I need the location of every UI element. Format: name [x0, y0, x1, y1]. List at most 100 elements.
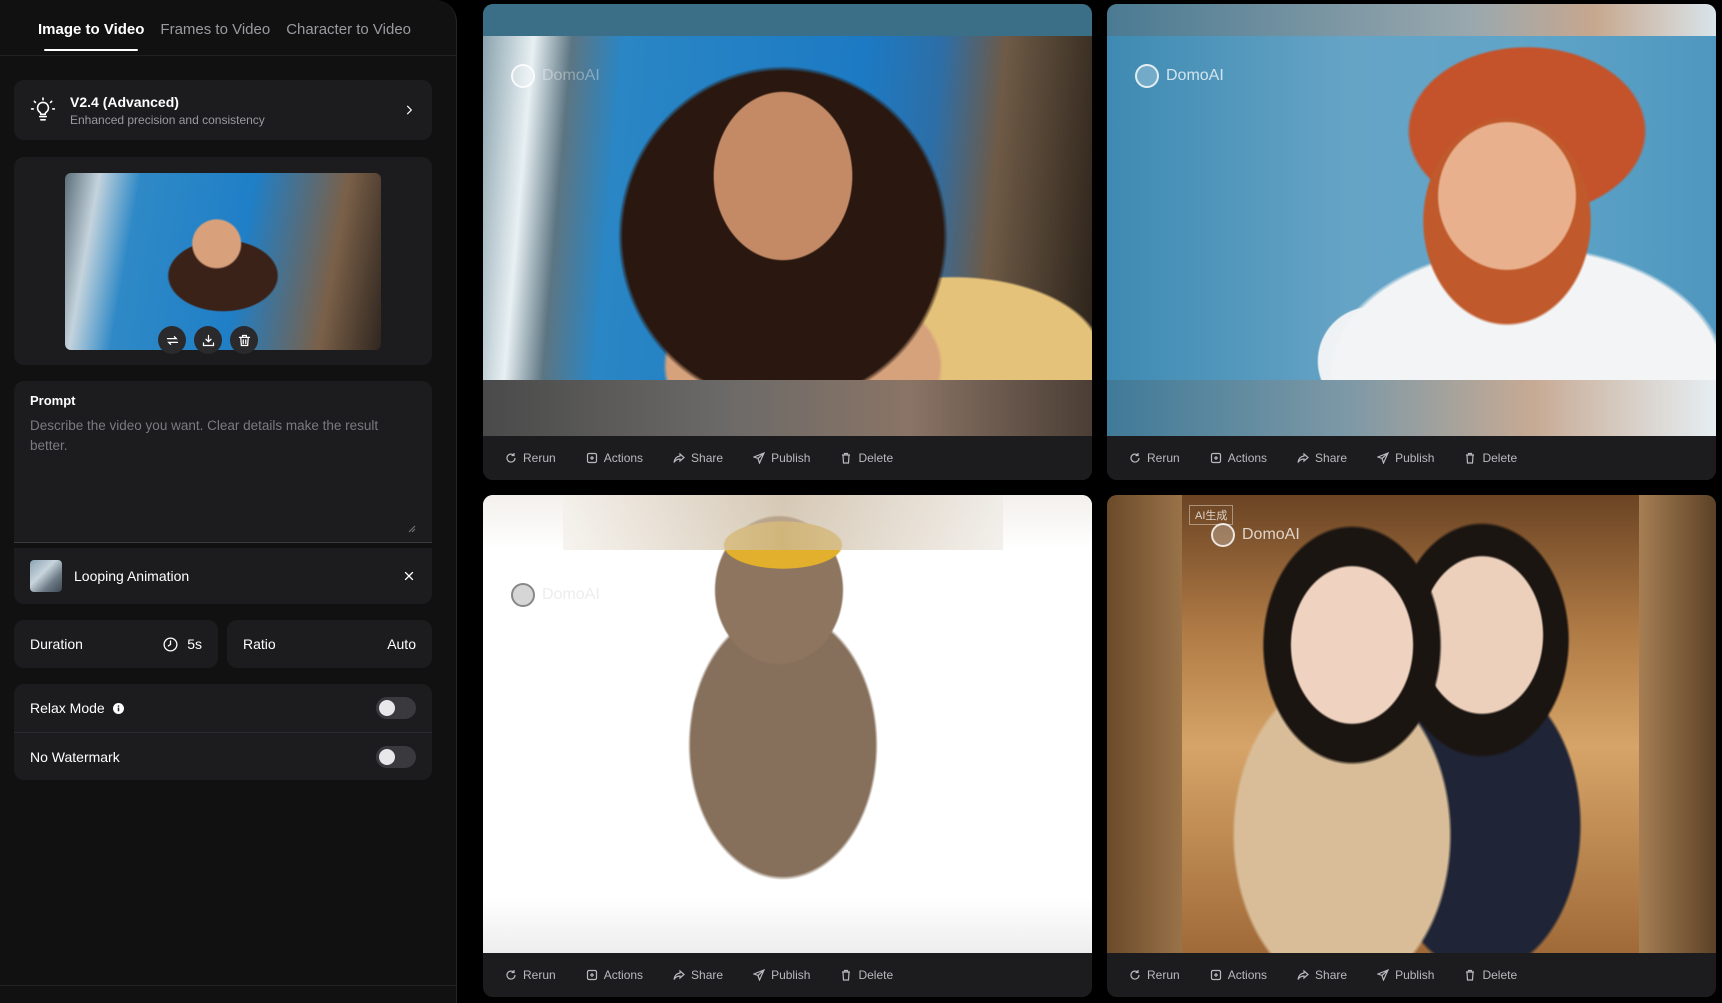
domoai-logo-icon	[1211, 523, 1235, 547]
delete-button[interactable]: Delete	[840, 451, 893, 465]
send-icon	[1377, 969, 1390, 981]
clock-icon	[163, 636, 178, 652]
publish-button[interactable]: Publish	[1377, 451, 1434, 465]
watermark: DomoAI	[1135, 64, 1224, 88]
prompt-divider	[14, 542, 432, 543]
thumbnail-tools	[158, 326, 258, 354]
toggle-knob	[379, 700, 395, 716]
relax-mode-row: Relax Mode	[14, 684, 432, 732]
watermark-text: DomoAI	[1166, 67, 1224, 84]
domoai-logo-icon	[511, 64, 535, 88]
model-name: V2.4 (Advanced)	[70, 93, 179, 110]
rerun-button[interactable]: Rerun	[1129, 968, 1180, 982]
rerun-icon	[1130, 970, 1140, 980]
video-preview[interactable]: DomoAI	[483, 4, 1092, 436]
delete-button[interactable]: Delete	[840, 968, 893, 982]
watermark-text: DomoAI	[1242, 526, 1300, 543]
share-button[interactable]: Share	[1297, 451, 1347, 465]
actions-button[interactable]: Actions	[586, 451, 643, 465]
model-description: Enhanced precision and consistency	[70, 112, 265, 127]
delete-image-button[interactable]	[230, 326, 258, 354]
video-frame-extension	[1107, 380, 1716, 436]
rerun-button[interactable]: Rerun	[1129, 451, 1180, 465]
share-label: Share	[1315, 968, 1348, 982]
prompt-label: Prompt	[30, 393, 76, 408]
domoai-logo-icon	[1135, 64, 1159, 88]
actions-button[interactable]: Actions	[586, 968, 643, 982]
actions-icon	[1210, 452, 1221, 464]
video-card: AI生成 DomoAI Rerun Actions Share Publish …	[1107, 495, 1716, 997]
rerun-button[interactable]: Rerun	[505, 968, 556, 982]
ratio-selector[interactable]: Ratio Auto	[227, 620, 432, 668]
swap-image-button[interactable]	[158, 326, 186, 354]
chevron-right-icon	[406, 105, 413, 115]
trash-icon	[842, 969, 851, 981]
resize-grip-icon[interactable]	[408, 525, 416, 533]
prompt-input[interactable]	[30, 416, 416, 534]
video-frame-extension	[563, 495, 1003, 550]
rerun-button[interactable]: Rerun	[505, 451, 556, 465]
duration-value: 5s	[187, 636, 202, 652]
no-watermark-toggle[interactable]	[376, 745, 416, 768]
relax-mode-toggle[interactable]	[376, 697, 416, 719]
template-thumbnail	[30, 560, 62, 592]
tab-frames-to-video[interactable]: Frames to Video	[160, 0, 270, 56]
rerun-label: Rerun	[1147, 451, 1180, 465]
delete-label: Delete	[1482, 968, 1518, 982]
ai-badge-text: AI生成	[1195, 510, 1228, 522]
no-watermark-row: No Watermark	[14, 732, 432, 780]
lightbulb-icon	[30, 97, 56, 121]
actions-button[interactable]: Actions	[1210, 968, 1267, 982]
video-preview[interactable]: AI生成 DomoAI	[1107, 495, 1716, 953]
trash-icon	[1466, 969, 1475, 981]
duration-value-wrap: 5s	[162, 636, 202, 653]
trash-icon	[238, 334, 250, 346]
rerun-icon	[506, 970, 516, 980]
video-card: DomoAI Rerun Actions Share Publish Delet…	[483, 4, 1092, 480]
publish-label: Publish	[771, 968, 811, 982]
template-chip[interactable]: Looping Animation	[14, 548, 432, 604]
share-label: Share	[691, 451, 724, 465]
send-icon	[753, 452, 766, 464]
actions-icon	[586, 969, 597, 981]
watermark: DomoAI	[511, 583, 600, 607]
ai-generated-badge: AI生成	[1189, 505, 1234, 525]
tab-character-to-video[interactable]: Character to Video	[286, 0, 411, 56]
video-action-bar: Rerun Actions Share Publish Delete	[1107, 953, 1716, 997]
publish-button[interactable]: Publish	[1377, 968, 1434, 982]
publish-label: Publish	[771, 451, 811, 465]
trash-icon	[842, 452, 851, 464]
tab-image-to-video[interactable]: Image to Video	[38, 0, 144, 56]
model-selector[interactable]: V2.4 (Advanced) Enhanced precision and c…	[14, 80, 432, 140]
duration-label: Duration	[30, 636, 83, 652]
delete-button[interactable]: Delete	[1464, 451, 1517, 465]
delete-label: Delete	[1482, 451, 1518, 465]
share-icon	[1297, 969, 1309, 980]
actions-button[interactable]: Actions	[1210, 451, 1267, 465]
share-icon	[673, 969, 685, 980]
actions-label: Actions	[1227, 968, 1268, 982]
model-text: V2.4 (Advanced) Enhanced precision and c…	[70, 94, 402, 127]
video-preview[interactable]: DomoAI	[483, 495, 1092, 953]
sidebar-footer-divider	[0, 985, 457, 986]
share-button[interactable]: Share	[673, 451, 723, 465]
no-watermark-label: No Watermark	[30, 748, 120, 765]
actions-icon	[586, 452, 597, 464]
close-icon[interactable]	[402, 569, 416, 583]
rerun-label: Rerun	[1147, 968, 1180, 982]
delete-button[interactable]: Delete	[1464, 968, 1517, 982]
actions-label: Actions	[603, 968, 644, 982]
share-button[interactable]: Share	[1297, 968, 1347, 982]
share-icon	[1297, 452, 1309, 463]
watermark-text: DomoAI	[542, 67, 600, 84]
toggles-section: Relax Mode No Watermark	[14, 684, 432, 780]
publish-button[interactable]: Publish	[753, 968, 810, 982]
share-label: Share	[691, 968, 724, 982]
share-button[interactable]: Share	[673, 968, 723, 982]
duration-selector[interactable]: Duration 5s	[14, 620, 218, 668]
download-image-button[interactable]	[194, 326, 222, 354]
publish-button[interactable]: Publish	[753, 451, 810, 465]
ratio-label: Ratio	[243, 636, 276, 652]
video-preview[interactable]: DomoAI	[1107, 4, 1716, 436]
info-icon[interactable]	[112, 702, 124, 714]
